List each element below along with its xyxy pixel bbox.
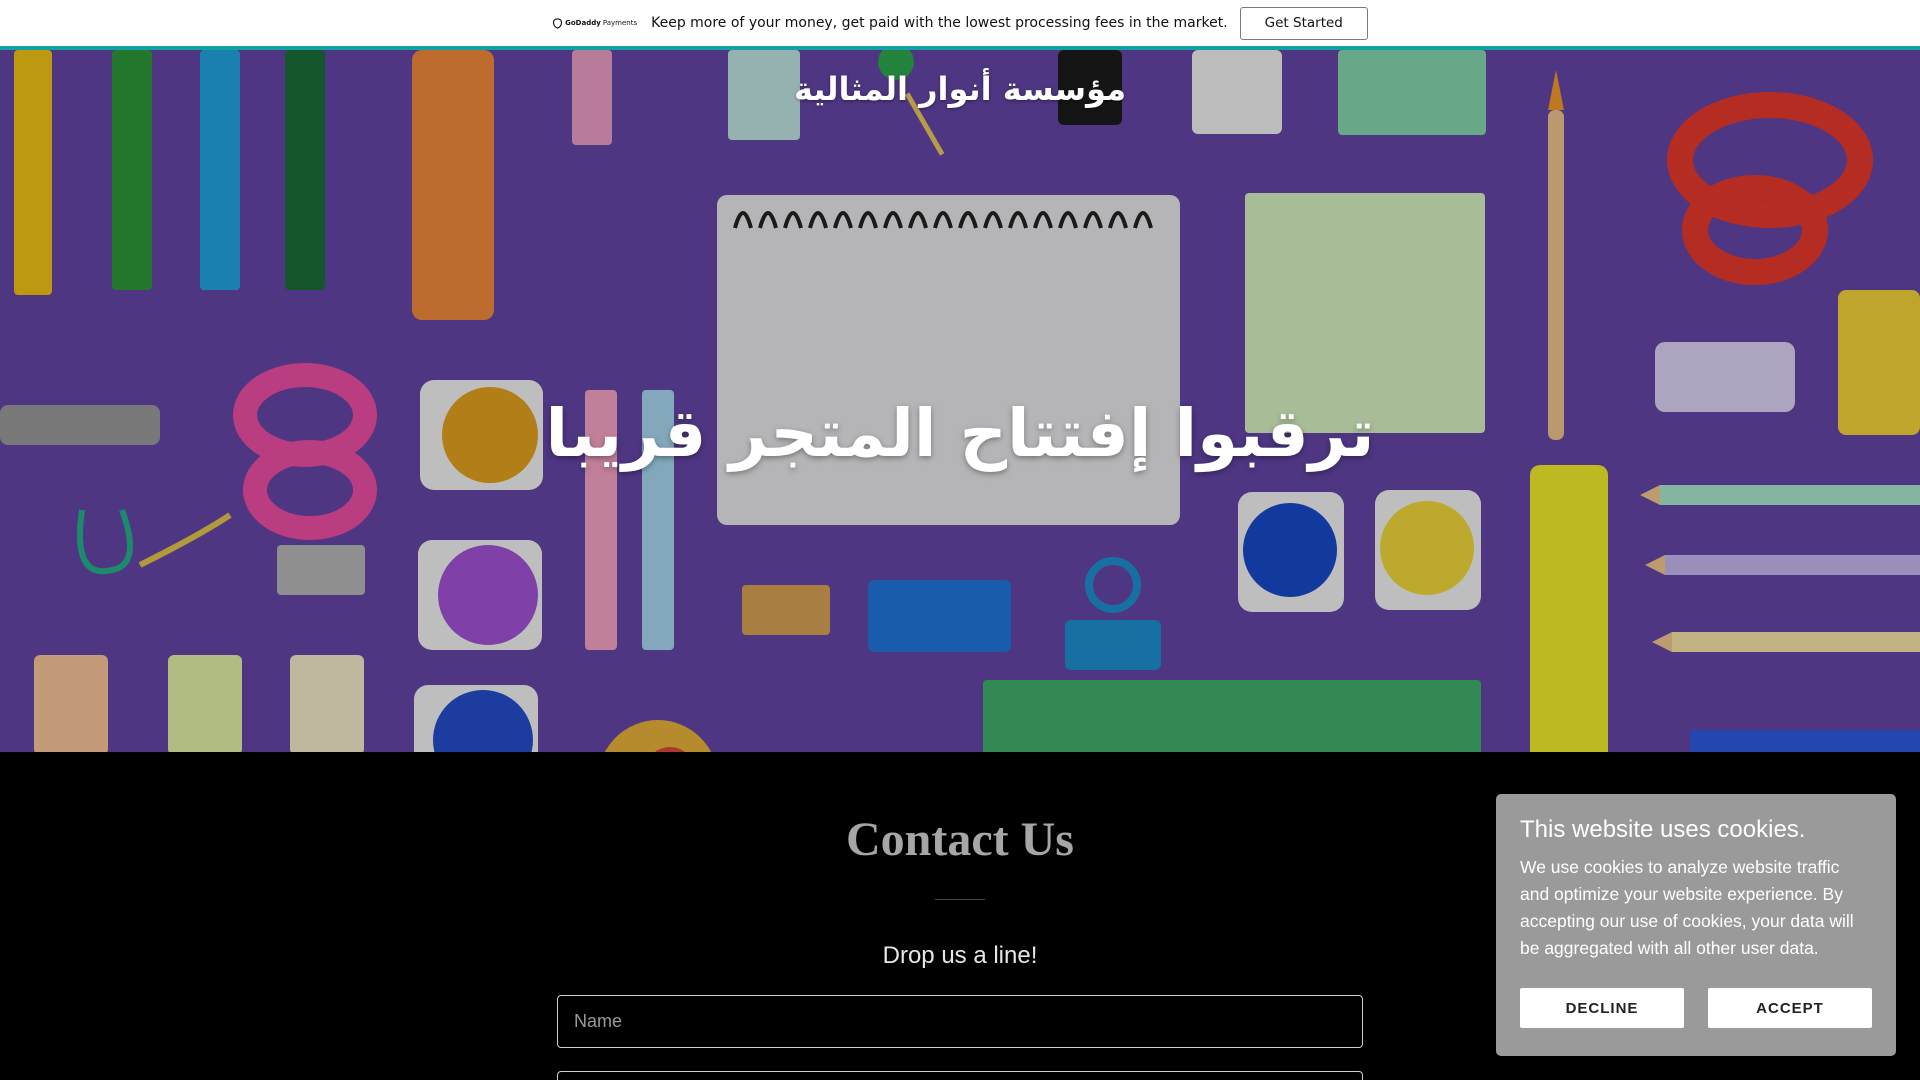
promo-message: Keep more of your money, get paid with t… xyxy=(651,15,1228,31)
name-input[interactable]: Name xyxy=(557,995,1363,1048)
cookie-banner: This website uses cookies. We use cookie… xyxy=(1496,794,1896,1056)
hero-heading: ترقبوا إفتتاح المتجر قريبا xyxy=(545,395,1375,472)
cookie-message: We use cookies to analyze website traffi… xyxy=(1520,857,1854,958)
godaddy-logo-icon xyxy=(553,17,563,29)
site-title[interactable]: مؤسسة أنوار المثالية xyxy=(0,70,1920,108)
promo-bar: GoDaddy Payments Keep more of your money… xyxy=(0,0,1920,46)
email-input[interactable] xyxy=(557,1071,1363,1080)
cookie-title: This website uses cookies. xyxy=(1520,816,1806,843)
decline-button[interactable]: DECLINE xyxy=(1520,988,1684,1028)
accept-button[interactable]: ACCEPT xyxy=(1708,988,1872,1028)
hero-section: مؤسسة أنوار المثالية ترقبوا إفتتاح المتج… xyxy=(0,50,1920,752)
get-started-button[interactable]: Get Started xyxy=(1239,6,1368,40)
cookie-actions: DECLINE ACCEPT xyxy=(1520,988,1872,1028)
godaddy-payments-logo: GoDaddy Payments xyxy=(552,17,637,29)
section-divider xyxy=(935,899,985,900)
